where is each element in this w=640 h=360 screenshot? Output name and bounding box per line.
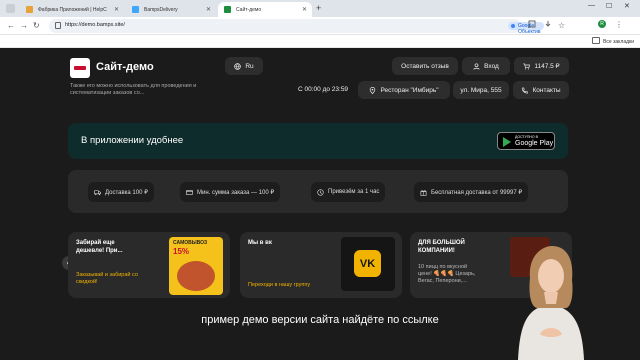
close-window-button[interactable]: ✕: [624, 2, 630, 10]
tab-search-icon[interactable]: [6, 4, 15, 13]
extensions-icon[interactable]: [528, 20, 536, 28]
login-button[interactable]: Вход: [462, 57, 510, 75]
google-lens-button[interactable]: Google Объектив: [508, 22, 545, 35]
min-order-chip: Мин. сумма заказа — 100 ₽: [180, 182, 281, 202]
address-bar[interactable]: https://demo.bamps.site/ Google Объектив…: [49, 19, 565, 35]
tab-fabrika[interactable]: Фабрика Приложений | HelpC ✕: [20, 2, 124, 17]
vk-logo-icon: VK: [354, 250, 381, 277]
browser-tab-strip: Фабрика Приложений | HelpC ✕ BampsDelive…: [0, 0, 640, 17]
close-tab-icon[interactable]: ✕: [206, 6, 211, 13]
presenter-video-overlay: [518, 246, 584, 360]
favicon-icon: [26, 6, 33, 13]
badge-caption: ДОСТУПНО В: [515, 135, 538, 139]
delivery-time-chip: Привезём за 1 час: [311, 182, 386, 202]
tab-title: Сайт-демо: [236, 6, 262, 13]
site-page: Сайт-демо Также его можно использовать д…: [0, 48, 640, 360]
promo-title: ДЛЯ БОЛЬШОЙ КОМПАНИИ!: [418, 240, 465, 254]
url-text[interactable]: https://demo.bamps.site/: [65, 22, 125, 28]
tab-sait-demo[interactable]: Сайт-демо ✕: [218, 2, 312, 17]
back-button[interactable]: ←: [7, 21, 15, 30]
promo-subtitle: 10 пицц по вкусной цене! 🍕🍕🍕 Цезарь, Вег…: [418, 264, 476, 284]
chip-label: Бесплатная доставка от 99997 ₽: [431, 189, 523, 196]
minimize-button[interactable]: —: [588, 2, 595, 9]
pickup-promo-image: САМОВЫВОЗ 15%: [169, 237, 223, 295]
restaurant-selector[interactable]: Ресторан "Имбирь": [358, 81, 450, 99]
site-title[interactable]: Сайт-демо: [96, 61, 154, 73]
tab-bampsdelivery[interactable]: BampsDelivery ✕: [126, 2, 216, 17]
google-play-badge[interactable]: ДОСТУПНО В Google Play: [497, 132, 555, 150]
site-info-icon[interactable]: [55, 22, 61, 29]
chip-label: Мин. сумма заказа — 100 ₽: [197, 189, 275, 196]
address-label: ул. Мира, 555: [460, 86, 502, 94]
close-tab-icon[interactable]: ✕: [302, 6, 307, 13]
profile-avatar[interactable]: R: [598, 20, 606, 28]
phone-icon: [522, 87, 529, 94]
login-label: Вход: [484, 62, 499, 70]
working-hours: С 00:00 до 23:59: [298, 86, 349, 93]
truck-icon: [94, 189, 101, 195]
forward-button[interactable]: →: [20, 21, 28, 30]
maximize-button[interactable]: ☐: [606, 2, 612, 10]
site-description: Также его можно использовать для проведе…: [70, 83, 197, 96]
reload-button[interactable]: ↻: [33, 21, 40, 30]
contacts-label: Контакты: [532, 86, 561, 94]
language-selector[interactable]: Ru: [225, 57, 263, 75]
google-play-icon: [503, 137, 511, 147]
leave-review-button[interactable]: Оставить отзыв: [392, 57, 458, 75]
badge-store-name: Google Play: [515, 140, 554, 147]
promo-title: Забирай еще дешевле! При...: [76, 240, 123, 254]
delivery-cost-chip: Доставка 100 ₽: [88, 182, 154, 202]
app-banner[interactable]: В приложении удобнее ДОСТУПНО В Google P…: [68, 123, 568, 159]
cart-icon: [523, 63, 531, 69]
chip-label: Доставка 100 ₽: [105, 189, 148, 196]
favicon-icon: [132, 6, 139, 13]
menu-icon[interactable]: ⋮: [615, 20, 623, 29]
review-label: Оставить отзыв: [401, 62, 449, 70]
address-selector[interactable]: ул. Мира, 555: [453, 81, 509, 99]
delivery-info-panel: Доставка 100 ₽ Мин. сумма заказа — 100 ₽…: [68, 170, 568, 213]
bookmark-star-icon[interactable]: ☆: [558, 21, 565, 30]
contacts-button[interactable]: Контакты: [513, 81, 569, 99]
close-tab-icon[interactable]: ✕: [114, 6, 119, 13]
language-label: Ru: [245, 62, 254, 70]
chip-label: Привезём за 1 час: [328, 189, 380, 195]
promo-card-pickup[interactable]: Забирай еще дешевле! При... Заказывай и …: [68, 232, 230, 298]
free-delivery-chip: Бесплатная доставка от 99997 ₽: [414, 182, 529, 202]
user-icon: [473, 62, 480, 70]
downloads-icon[interactable]: [544, 20, 552, 28]
tab-title: BampsDelivery: [144, 6, 178, 13]
card-icon: [186, 189, 193, 195]
bookmarks-bar: Все закладки: [0, 35, 640, 48]
browser-toolbar: ← → ↻ https://demo.bamps.site/ Google Об…: [0, 17, 640, 35]
gift-icon: [420, 189, 427, 196]
discount-percent: 15%: [173, 247, 190, 256]
site-logo[interactable]: [70, 58, 90, 78]
app-banner-text: В приложении удобнее: [81, 135, 184, 146]
promo-title: Мы в вк: [248, 240, 272, 246]
promo-link: Переходи в нашу группу: [248, 282, 311, 288]
globe-icon: [234, 62, 242, 70]
restaurant-label: Ресторан "Имбирь": [380, 86, 439, 94]
tab-title: Фабрика Приложений | HelpC: [38, 6, 107, 13]
vk-image: VK: [341, 237, 395, 291]
promo-link: Заказывай и забирай со скидкой!: [76, 272, 138, 285]
new-tab-button[interactable]: +: [316, 3, 321, 13]
cart-total: 1147.5 ₽: [534, 63, 560, 70]
pickup-label: САМОВЫВОЗ: [173, 240, 208, 246]
favicon-icon: [224, 6, 231, 13]
video-subtitle: пример демо версии сайта найдёте по ссыл…: [201, 314, 439, 326]
all-bookmarks-button[interactable]: Все закладки: [592, 37, 634, 45]
location-pin-icon: [370, 86, 376, 94]
cart-button[interactable]: 1147.5 ₽: [514, 57, 569, 75]
clock-icon: [317, 188, 324, 196]
promo-card-vk[interactable]: Мы в вк Переходи в нашу группу VK: [240, 232, 402, 298]
food-plate-image: [177, 261, 215, 291]
